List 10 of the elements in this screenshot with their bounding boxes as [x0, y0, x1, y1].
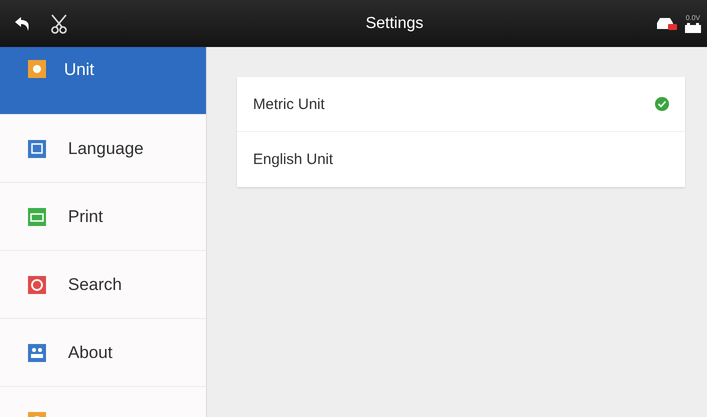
sidebar-item[interactable]: About [0, 319, 206, 387]
sidebar-item[interactable]: Language [0, 115, 206, 183]
sidebar-item[interactable]: Unit [0, 47, 206, 115]
battery-icon [685, 22, 701, 32]
unit-option[interactable]: English Unit [237, 132, 685, 187]
scissors-icon[interactable] [50, 14, 68, 34]
sidebar-item[interactable]: Print [0, 183, 206, 251]
sidebar-item[interactable]: Search [0, 251, 206, 319]
unit-option[interactable]: Metric Unit [237, 77, 685, 132]
window-title: Settings [364, 14, 424, 32]
